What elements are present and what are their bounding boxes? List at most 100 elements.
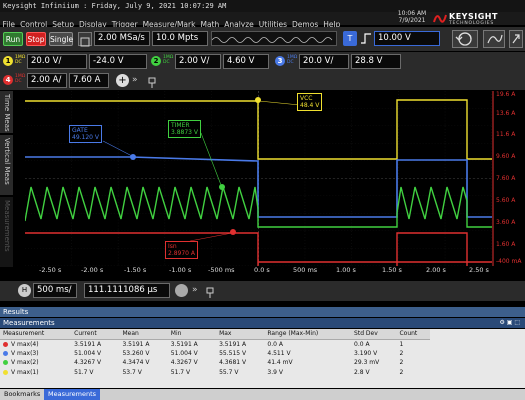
channel-4-offset[interactable]: 7.60 A xyxy=(69,73,109,88)
cell: 4.3267 V xyxy=(170,359,198,367)
channel-2-scale[interactable]: 2.00 V/ xyxy=(175,54,221,69)
horizontal-pin-icon[interactable] xyxy=(204,284,216,298)
table-row[interactable]: V max(1) 51.7 V 53.7 V 51.7 V 55.7 V 3.9… xyxy=(0,368,430,378)
cell: 2.8 V xyxy=(354,368,370,376)
vcc-label: VCC 48.4 V xyxy=(297,93,323,111)
brand-sub: TECHNOLOGIES xyxy=(449,21,495,26)
channel-3-scale[interactable]: 20.0 V/ xyxy=(299,54,349,69)
channel-3-offset[interactable]: 28.8 V xyxy=(351,54,401,69)
autoscale-icon[interactable] xyxy=(509,30,523,48)
add-channel-icon[interactable]: + xyxy=(116,74,129,87)
cell: 0.0 A xyxy=(354,340,370,348)
side-tab-time-meas[interactable]: Time Meas xyxy=(0,91,13,133)
time-position-field[interactable]: 111.1111086 µs xyxy=(84,283,170,298)
waveform-display[interactable]: VCC 48.4 V GATE 49.120 V TIMER 3.8873 V … xyxy=(24,91,492,268)
side-tab-vertical-meas-label: Vertical Meas xyxy=(3,138,11,185)
cell: 3.190 V xyxy=(354,349,378,357)
clock-time: 10:06 AM xyxy=(397,10,427,17)
cell: 51.004 V xyxy=(74,349,102,357)
timer-marker[interactable] xyxy=(219,184,225,190)
vcc-marker[interactable] xyxy=(255,97,261,103)
cell: 51.7 V xyxy=(170,368,191,376)
expand-horizontal-icon[interactable]: » xyxy=(192,284,198,297)
trigger-channel-badge[interactable]: T xyxy=(343,31,357,46)
keysight-wave-icon xyxy=(433,14,447,23)
pin-icon[interactable] xyxy=(146,74,158,88)
measurements-header[interactable]: Measurements ⚙ ▣ ⬚ xyxy=(0,318,525,328)
table-row[interactable]: V max(2) 4.3267 V 4.3474 V 4.3267 V 4.36… xyxy=(0,358,430,368)
side-tab-measurements[interactable]: Measurements xyxy=(0,197,13,267)
waveform-preview xyxy=(211,31,337,46)
measurements-title: Measurements xyxy=(3,319,55,327)
right-axis-tick: 13.6 A xyxy=(496,110,516,117)
x-tick: -1.00 s xyxy=(169,266,192,274)
cell: 3.9 V xyxy=(267,368,283,376)
col-stddev: Std Dev xyxy=(351,329,397,340)
x-tick: 500 ms xyxy=(293,266,318,274)
col-mean: Mean xyxy=(119,329,168,340)
run-button[interactable]: Run xyxy=(3,32,23,46)
acquisition-icon[interactable] xyxy=(78,32,92,47)
waveform-graticule xyxy=(24,91,492,268)
results-panel-header[interactable]: Results xyxy=(0,307,525,317)
channel-3-dot xyxy=(3,350,8,356)
channel-2-badge[interactable]: 2 xyxy=(151,56,161,66)
channel-3-badge[interactable]: 3 xyxy=(275,56,285,66)
channel-1-offset[interactable]: -24.0 V xyxy=(89,54,147,69)
row-name: V max(1) xyxy=(11,368,39,376)
trigger-level-field[interactable]: 10.00 V xyxy=(374,31,440,46)
memory-depth-field[interactable]: 10.0 Mpts xyxy=(152,31,208,46)
delay-knob-icon[interactable] xyxy=(175,284,188,297)
panel-window-icons[interactable]: ⚙ ▣ ⬚ xyxy=(499,318,520,328)
timer-label-value: 3.8873 V xyxy=(171,129,199,136)
cell: 2 xyxy=(399,359,404,367)
table-row[interactable]: V max(3) 51.004 V 53.260 V 51.004 V 55.5… xyxy=(0,349,430,359)
channel-1-dot xyxy=(3,369,8,375)
cell: 51.004 V xyxy=(170,349,198,357)
cell: 1 xyxy=(399,340,404,348)
table-row[interactable]: V max(4) 3.5191 A 3.5191 A 3.5191 A 3.51… xyxy=(0,339,430,349)
timer-label-name: TIMER xyxy=(171,122,190,129)
tab-bookmarks[interactable]: Bookmarks xyxy=(0,389,44,400)
cell: 51.7 V xyxy=(74,368,94,376)
vcc-label-name: VCC xyxy=(300,95,313,102)
gate-marker[interactable] xyxy=(130,154,136,160)
time-scale-field[interactable]: 500 ms/ xyxy=(33,283,77,298)
cell: 53.7 V xyxy=(122,368,142,376)
x-tick: 2.00 s xyxy=(426,266,446,274)
cell: 41.4 mV xyxy=(267,359,293,367)
channel-1-scale[interactable]: 20.0 V/ xyxy=(27,54,87,69)
trigger-edge-icon[interactable] xyxy=(359,31,373,46)
single-button[interactable]: Single xyxy=(49,32,73,46)
default-setup-icon[interactable] xyxy=(483,30,505,48)
col-current: Current xyxy=(71,329,120,340)
col-count: Count xyxy=(396,329,430,340)
gate-label-value: 49.120 V xyxy=(72,134,100,141)
tab-measurements[interactable]: Measurements xyxy=(44,389,101,400)
expand-channels-icon[interactable]: » xyxy=(132,74,138,87)
cell: 4.3474 V xyxy=(122,359,150,367)
col-range: Range (Max-Min) xyxy=(264,329,352,340)
horizontal-icon[interactable]: H xyxy=(18,284,31,297)
row-name: V max(2) xyxy=(11,359,39,367)
isn-label-name: Isn xyxy=(168,243,177,250)
channel-4-badge[interactable]: 4 xyxy=(3,75,13,85)
cell: 3.5191 A xyxy=(219,340,247,348)
cell: 4.511 V xyxy=(267,349,291,357)
control-toolbar: Run Stop Single 2.00 MSa/s 10.0 Mpts T 1… xyxy=(0,27,525,51)
clock-date: 7/9/2021 xyxy=(398,17,426,24)
channel-4-scale[interactable]: 2.00 A/ xyxy=(27,73,67,88)
brand-name: KEYSIGHT xyxy=(449,12,498,21)
channel-1-badge[interactable]: 1 xyxy=(3,56,13,66)
right-axis-tick: -400 mA xyxy=(496,258,522,265)
stop-button[interactable]: Stop xyxy=(26,32,46,46)
gate-label: GATE 49.120 V xyxy=(69,125,103,143)
time-axis: -2.50 s -2.00 s -1.50 s -1.00 s -500 ms … xyxy=(25,266,492,278)
channel-settings: 1 1MΩ DC 20.0 V/ -24.0 V 2 1MΩ DC 2.00 V… xyxy=(0,52,525,90)
side-tab-vertical-meas[interactable]: Vertical Meas xyxy=(0,135,13,195)
measurements-table: Measurement Current Mean Min Max Range (… xyxy=(0,329,525,388)
undo-icon[interactable] xyxy=(452,30,478,48)
channel-2-offset[interactable]: 4.60 V xyxy=(223,54,269,69)
sample-rate-field[interactable]: 2.00 MSa/s xyxy=(94,31,150,46)
isn-marker[interactable] xyxy=(230,229,236,235)
